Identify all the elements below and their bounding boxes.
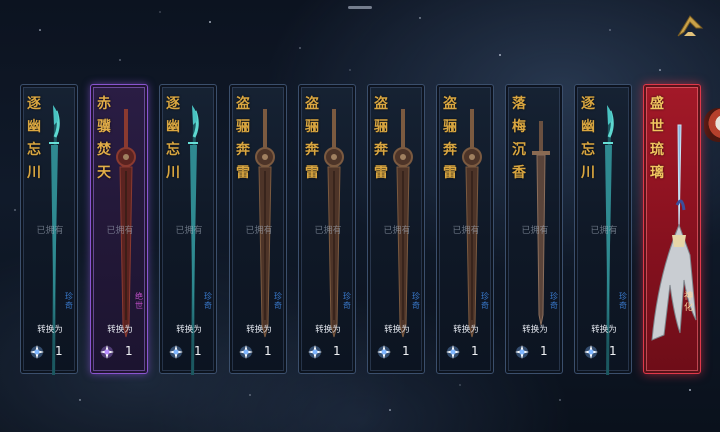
essence-quantity: 1	[333, 344, 341, 358]
convert-label: 转换为	[107, 325, 133, 335]
convert-label: 转换为	[176, 325, 202, 335]
owned-label: 已拥有	[36, 226, 64, 236]
side-event-icon[interactable]	[704, 108, 720, 142]
essence-orb-icon	[239, 345, 253, 359]
weapon-card[interactable]: 盗骊奔雷已拥有珍奇转换为 1	[367, 84, 425, 374]
essence-quantity: 1	[264, 344, 272, 358]
rarity-badge: 珍奇	[204, 292, 212, 310]
weapon-card[interactable]: 逐幽忘川已拥有珍奇转换为 1	[20, 84, 78, 375]
rarity-badge: 珍奇	[619, 292, 627, 310]
weapon-name: 盛世琉璃	[650, 96, 664, 181]
rarity-badge: 神化	[684, 292, 694, 313]
rarity-badge: 珍奇	[550, 292, 558, 310]
corner-menu-icon[interactable]	[670, 8, 710, 48]
essence-orb-icon	[377, 345, 391, 359]
owned-label: 已拥有	[590, 226, 618, 236]
convert-label: 转换为	[37, 325, 63, 335]
convert-label: 转换为	[384, 325, 410, 335]
weapon-card[interactable]: 盗骊奔雷已拥有珍奇转换为 1	[229, 84, 287, 374]
essence-quantity: 1	[540, 344, 548, 358]
owned-label: 已拥有	[521, 226, 549, 236]
owned-label: 已拥有	[245, 226, 273, 236]
essence-orb-icon	[308, 345, 322, 359]
essence-orb-icon	[584, 345, 598, 359]
weapon-name: 逐幽忘川	[166, 96, 180, 181]
convert-label: 转换为	[522, 325, 548, 335]
essence-quantity: 1	[471, 344, 479, 358]
essence-orb-icon	[100, 345, 114, 359]
rarity-badge: 珍奇	[412, 292, 420, 310]
weapon-card[interactable]: 盗骊奔雷已拥有珍奇转换为 1	[298, 84, 356, 374]
essence-orb-icon	[446, 345, 460, 359]
essence-quantity: 1	[194, 344, 202, 358]
owned-label: 已拥有	[106, 226, 134, 236]
owned-label: 已拥有	[452, 226, 480, 236]
weapon-name: 盗骊奔雷	[374, 96, 388, 181]
convert-label: 转换为	[453, 325, 479, 335]
weapon-card[interactable]: 盛世琉璃神化	[643, 84, 701, 374]
rarity-badge: 珍奇	[274, 292, 282, 310]
essence-orb-icon	[30, 345, 44, 359]
owned-label: 已拥有	[175, 226, 203, 236]
weapon-name: 落梅沉香	[512, 96, 526, 181]
weapon-card[interactable]: 逐幽忘川已拥有珍奇转换为 1	[159, 84, 217, 375]
weapon-card[interactable]: 赤骥焚天已拥有绝世转换为 1	[90, 84, 148, 374]
essence-quantity: 1	[402, 344, 410, 358]
rarity-badge: 珍奇	[343, 292, 351, 310]
weapon-card[interactable]: 逐幽忘川已拥有珍奇转换为 1	[574, 84, 632, 375]
weapon-name: 盗骊奔雷	[236, 96, 250, 181]
rarity-badge: 绝世	[135, 292, 143, 310]
weapon-name: 赤骥焚天	[97, 96, 111, 181]
essence-orb-icon	[515, 345, 529, 359]
owned-label: 已拥有	[383, 226, 411, 236]
weapon-card[interactable]: 盗骊奔雷已拥有珍奇转换为 1	[436, 84, 494, 374]
convert-label: 转换为	[315, 325, 341, 335]
drag-handle[interactable]	[348, 6, 372, 9]
rarity-badge: 珍奇	[481, 292, 489, 310]
convert-label: 转换为	[246, 325, 272, 335]
essence-quantity: 1	[609, 344, 617, 358]
weapon-name: 盗骊奔雷	[443, 96, 457, 181]
convert-label: 转换为	[591, 325, 617, 335]
essence-quantity: 1	[125, 344, 133, 358]
essence-orb-icon	[169, 345, 183, 359]
owned-label: 已拥有	[314, 226, 342, 236]
weapon-card[interactable]: 落梅沉香已拥有珍奇转换为 1	[505, 84, 563, 374]
weapon-name: 盗骊奔雷	[305, 96, 319, 181]
essence-quantity: 1	[55, 344, 63, 358]
rarity-badge: 珍奇	[65, 292, 73, 310]
weapon-name: 逐幽忘川	[27, 96, 41, 181]
weapon-name: 逐幽忘川	[581, 96, 595, 181]
